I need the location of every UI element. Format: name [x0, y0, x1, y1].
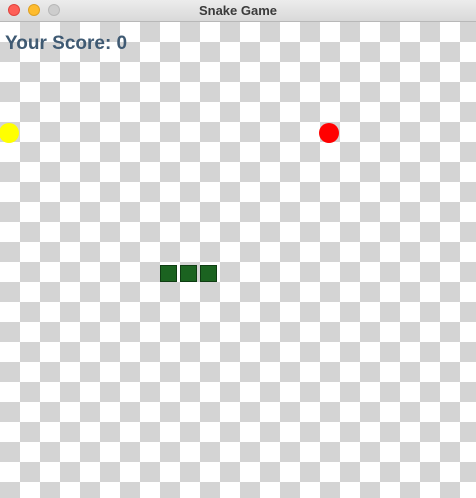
- snake-segment: [160, 265, 177, 282]
- game-board[interactable]: [0, 22, 476, 498]
- snake-segment: [200, 265, 217, 282]
- score-display: Your Score: 0: [5, 33, 128, 54]
- game-window: Snake Game Your Score: 0: [0, 0, 476, 498]
- snake-segment: [180, 265, 197, 282]
- window-title: Snake Game: [198, 3, 278, 18]
- title-bar[interactable]: Snake Game: [0, 0, 476, 22]
- food-yellow: [0, 123, 19, 143]
- food-red: [319, 123, 339, 143]
